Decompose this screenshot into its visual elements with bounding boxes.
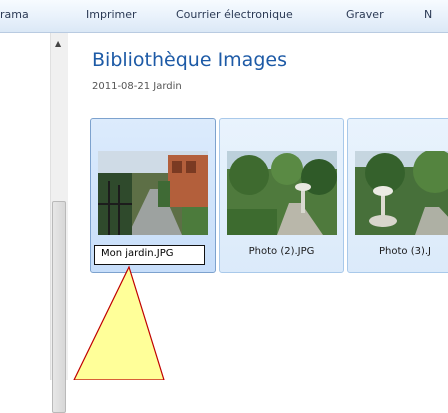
- photo-caption: Photo (2).JPG: [248, 246, 315, 257]
- library-content: Bibliothèque Images 2011-08-21 Jardin Mo…: [68, 33, 448, 380]
- photo-caption: Photo (3).J: [379, 246, 431, 257]
- library-title: Bibliothèque Images: [92, 49, 287, 71]
- toolbar-item-new[interactable]: N: [424, 8, 432, 21]
- toolbar-item-burn[interactable]: Graver: [346, 8, 384, 21]
- toolbar-item-diaporama[interactable]: rama: [0, 8, 29, 21]
- toolbar: rama Imprimer Courrier électronique Grav…: [0, 0, 448, 33]
- photo-thumbnail[interactable]: [227, 151, 337, 235]
- toolbar-item-print[interactable]: Imprimer: [86, 8, 137, 21]
- rename-filename-input[interactable]: Mon jardin.JPG: [94, 245, 205, 265]
- photo-thumbnail[interactable]: [355, 151, 448, 235]
- photo-thumbnail[interactable]: [98, 151, 208, 235]
- toolbar-item-email[interactable]: Courrier électronique: [176, 8, 293, 21]
- scrollbar-thumb[interactable]: [52, 201, 66, 413]
- photo-tile[interactable]: Photo (2).JPG: [219, 118, 344, 273]
- library-subtitle: 2011-08-21 Jardin: [92, 81, 182, 92]
- photo-tile[interactable]: Photo (3).J: [347, 118, 448, 273]
- scroll-up-icon[interactable]: ▲: [55, 39, 61, 48]
- navigation-scrollbar[interactable]: ▲: [50, 33, 68, 413]
